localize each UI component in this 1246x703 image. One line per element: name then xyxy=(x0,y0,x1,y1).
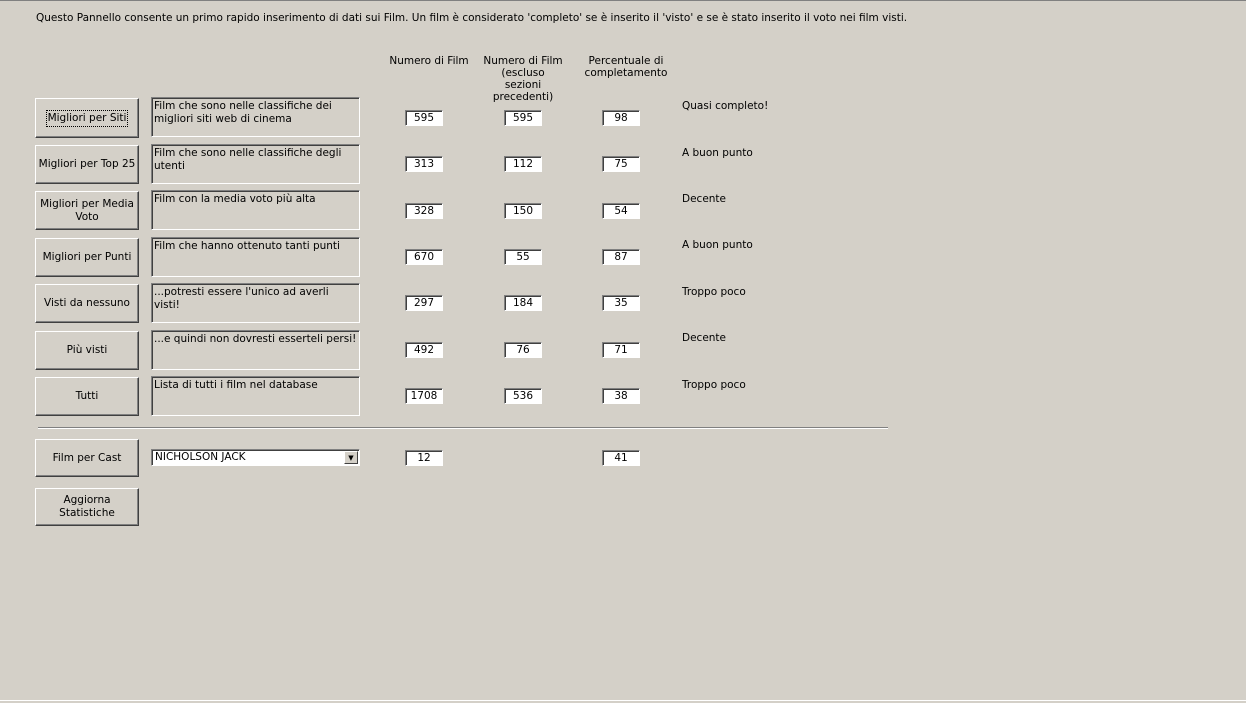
count-excluded-field[interactable]: 112 xyxy=(504,156,542,172)
intro-text: Questo Pannello consente un primo rapido… xyxy=(36,12,908,24)
header-count-excluded: Numero di Film (escluso sezioni preceden… xyxy=(482,55,564,103)
button-migliori-per-top-25[interactable]: Migliori per Top 25 xyxy=(35,145,139,184)
description-migliori-per-punti: Film che hanno ottenuto tanti punti xyxy=(151,237,360,277)
percent-field[interactable]: 71 xyxy=(602,342,640,358)
cast-count-field[interactable]: 12 xyxy=(405,450,443,466)
button-film-per-cast[interactable]: Film per Cast xyxy=(35,439,139,477)
percent-field[interactable]: 35 xyxy=(602,295,640,311)
button-visti-da-nessuno[interactable]: Visti da nessuno xyxy=(35,284,139,323)
description-piu-visti: ...e quindi non dovresti esserteli persi… xyxy=(151,330,360,370)
status-label: A buon punto xyxy=(682,147,753,159)
button-label: Migliori per Media Voto xyxy=(40,197,134,223)
button-migliori-per-punti[interactable]: Migliori per Punti xyxy=(35,238,139,277)
cast-percent-field[interactable]: 41 xyxy=(602,450,640,466)
description-visti-da-nessuno: ...potresti essere l'unico ad averli vis… xyxy=(151,283,360,323)
description-migliori-per-media-voto: Film con la media voto più alta xyxy=(151,190,360,230)
count-excluded-field[interactable]: 536 xyxy=(504,388,542,404)
button-label: Migliori per Siti xyxy=(45,109,129,127)
count-field[interactable]: 595 xyxy=(405,110,443,126)
header-percent-line1: Percentuale di xyxy=(588,55,664,67)
count-field[interactable]: 328 xyxy=(405,203,443,219)
button-label: Film per Cast xyxy=(52,451,122,464)
dropdown-arrow-icon[interactable]: ▼ xyxy=(344,451,358,464)
percent-field[interactable]: 87 xyxy=(602,249,640,265)
cast-select[interactable]: NICHOLSON JACK ▼ xyxy=(151,449,360,466)
count-excluded-field[interactable]: 150 xyxy=(504,203,542,219)
header-count-excluded-line1: Numero di Film xyxy=(483,55,563,67)
bottom-border xyxy=(0,700,1246,701)
count-field[interactable]: 670 xyxy=(405,249,443,265)
status-label: Troppo poco xyxy=(682,286,746,298)
button-label: Più visti xyxy=(66,344,108,356)
button-migliori-per-siti[interactable]: Migliori per Siti xyxy=(35,98,139,138)
button-label: Aggiorna Statistiche xyxy=(59,494,115,519)
count-excluded-field[interactable]: 76 xyxy=(504,342,542,358)
header-count-excluded-line3: precedenti) xyxy=(492,91,554,103)
button-label: Tutti xyxy=(75,390,99,402)
percent-field[interactable]: 38 xyxy=(602,388,640,404)
button-tutti[interactable]: Tutti xyxy=(35,377,139,416)
status-label: A buon punto xyxy=(682,239,753,251)
cast-selected-value: NICHOLSON JACK xyxy=(155,451,246,463)
button-label: Migliori per Top 25 xyxy=(38,158,136,170)
button-aggiorna-statistiche[interactable]: Aggiorna Statistiche xyxy=(35,488,139,526)
count-field[interactable]: 313 xyxy=(405,156,443,172)
header-count-label: Numero di Film xyxy=(389,55,469,67)
count-excluded-field[interactable]: 184 xyxy=(504,295,542,311)
button-piu-visti[interactable]: Più visti xyxy=(35,331,139,370)
description-migliori-per-top-25: Film che sono nelle classifiche degli ut… xyxy=(151,144,360,184)
description-migliori-per-siti: Film che sono nelle classifiche dei migl… xyxy=(151,97,360,137)
header-percent: Percentuale di completamento xyxy=(580,55,672,79)
header-count-excluded-line2: (escluso sezioni xyxy=(501,67,545,91)
button-migliori-per-media-voto[interactable]: Migliori per Media Voto xyxy=(35,191,139,230)
status-label: Quasi completo! xyxy=(682,100,769,112)
count-field[interactable]: 492 xyxy=(405,342,443,358)
count-excluded-field[interactable]: 55 xyxy=(504,249,542,265)
description-tutti: Lista di tutti i film nel database xyxy=(151,376,360,416)
count-excluded-field[interactable]: 595 xyxy=(504,110,542,126)
section-divider xyxy=(38,427,888,429)
percent-field[interactable]: 75 xyxy=(602,156,640,172)
status-label: Decente xyxy=(682,332,727,344)
button-label: Migliori per Punti xyxy=(42,251,132,263)
count-field[interactable]: 297 xyxy=(405,295,443,311)
button-label: Visti da nessuno xyxy=(44,297,130,309)
percent-field[interactable]: 54 xyxy=(602,203,640,219)
percent-field[interactable]: 98 xyxy=(602,110,640,126)
header-count: Numero di Film xyxy=(388,55,470,67)
header-percent-line2: completamento xyxy=(584,67,668,79)
count-field[interactable]: 1708 xyxy=(405,388,443,404)
top-border xyxy=(0,0,1246,1)
status-label: Decente xyxy=(682,193,727,205)
status-label: Troppo poco xyxy=(682,379,746,391)
